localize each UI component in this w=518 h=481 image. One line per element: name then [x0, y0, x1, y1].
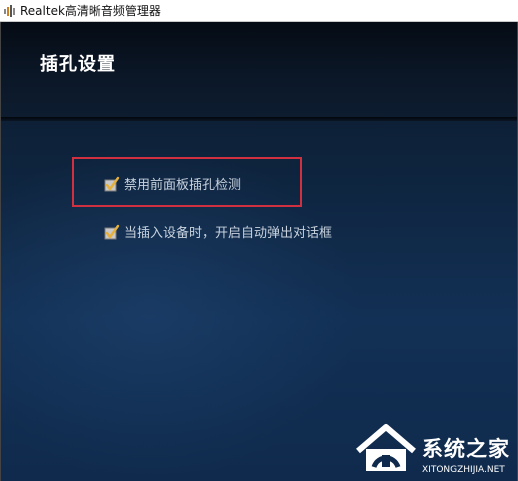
watermark: 系统之家 XITONGZHIJIA.NET [354, 423, 510, 475]
house-logo-icon [354, 423, 418, 475]
checkbox-checked-icon[interactable] [104, 224, 120, 240]
disable-front-panel-detection-option[interactable]: 禁用前面板插孔检测 [104, 174, 241, 193]
page-title: 插孔设置 [40, 54, 116, 75]
watermark-url: XITONGZHIJIA.NET [422, 465, 505, 475]
speaker-bars-icon [3, 4, 17, 18]
page-header: 插孔设置 [0, 22, 518, 120]
option-label: 禁用前面板插孔检测 [124, 178, 242, 193]
checkbox-checked-icon[interactable] [104, 176, 120, 192]
auto-popup-dialog-option[interactable]: 当插入设备时，开启自动弹出对话框 [104, 222, 332, 241]
watermark-name: 系统之家 [422, 437, 510, 461]
option-label: 当插入设备时，开启自动弹出对话框 [124, 226, 333, 241]
jack-settings-panel: 禁用前面板插孔检测 当插入设备时，开启自动弹出对话框 系统之家 XITONGZH… [0, 121, 518, 481]
title-bar: Realtek高清晰音频管理器 [0, 0, 518, 22]
window-title: Realtek高清晰音频管理器 [20, 4, 161, 18]
